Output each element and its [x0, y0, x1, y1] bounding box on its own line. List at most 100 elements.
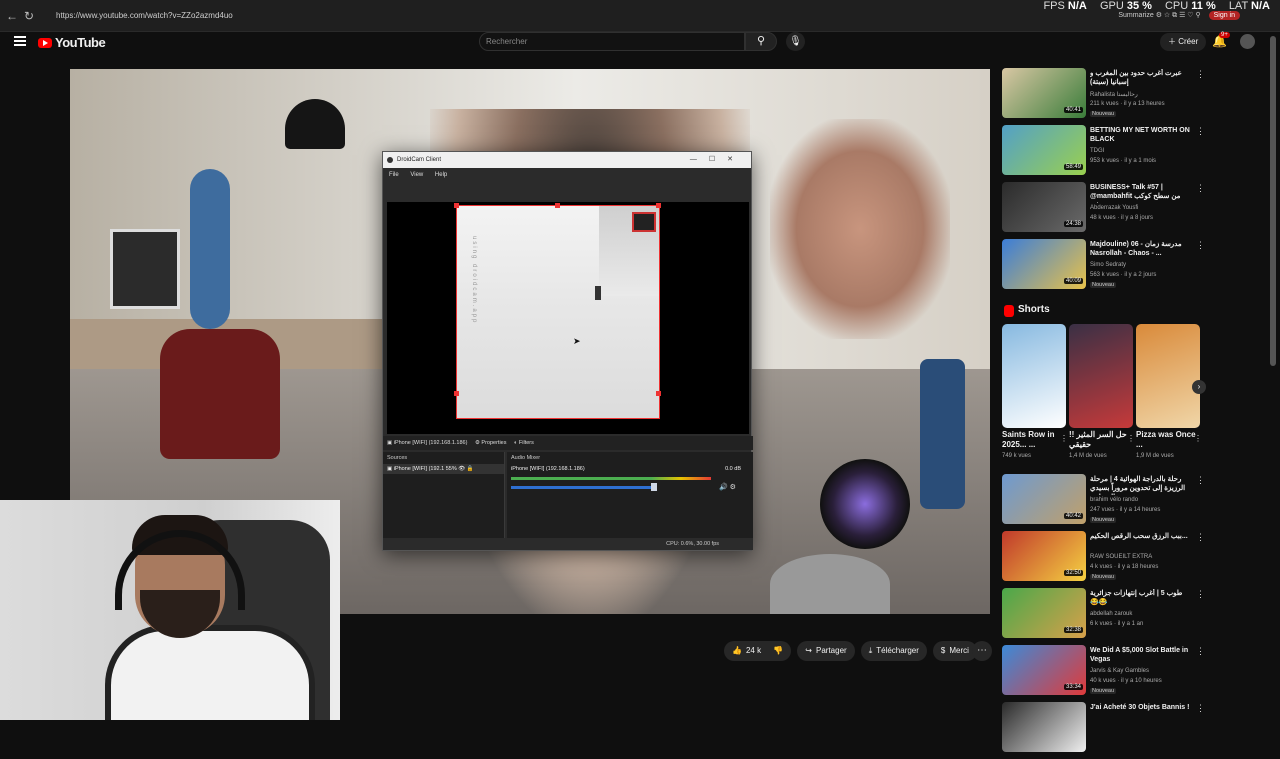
- resize-handle[interactable]: [454, 391, 459, 396]
- minimize-icon[interactable]: —: [690, 156, 709, 163]
- short-thumbnail[interactable]: [1136, 324, 1200, 428]
- more-options-icon[interactable]: ⋮: [1196, 240, 1205, 251]
- avatar[interactable]: [1240, 34, 1255, 49]
- maximize-icon[interactable]: ☐: [709, 156, 727, 163]
- back-icon[interactable]: ←: [6, 9, 18, 23]
- like-button[interactable]: 👍 24 k 👎: [724, 641, 792, 661]
- properties-button[interactable]: ⚙ Properties: [475, 440, 507, 446]
- more-options-icon[interactable]: ⋮: [1196, 589, 1205, 600]
- more-options-icon[interactable]: ⋮: [1196, 183, 1205, 194]
- device-icon: ▣: [387, 440, 393, 446]
- more-options-icon[interactable]: ⋮: [1196, 532, 1205, 543]
- video-card[interactable]: 40:42 رحلة بالدراجة الهوائية 4 | مرحلة ال…: [1002, 474, 1207, 529]
- search-input[interactable]: Rechercher: [479, 32, 745, 51]
- window-controls[interactable]: —☐✕: [690, 152, 745, 168]
- more-options-icon[interactable]: ⋮: [1196, 646, 1205, 657]
- channel-name[interactable]: abdellah zarouk: [1090, 611, 1132, 617]
- channel-name[interactable]: Rahalista رحاليستا: [1090, 91, 1138, 98]
- search-icon[interactable]: ⚲: [745, 32, 777, 51]
- share-button[interactable]: ↪ Partager: [797, 641, 855, 661]
- resize-handle[interactable]: [656, 391, 661, 396]
- address-bar[interactable]: https://www.youtube.com/watch?v=ZZo2azmd…: [42, 8, 1022, 24]
- video-card[interactable]: 32:38 طوب 5 | أغرب إنتهازات جزائرية 😂😂 abd…: [1002, 588, 1207, 643]
- video-title[interactable]: رحلة بالدراجة الهوائية 4 | مرحلة الرزيزة…: [1090, 475, 1190, 495]
- menu-help[interactable]: Help: [435, 172, 447, 178]
- eye-icon[interactable]: 👁: [458, 466, 465, 472]
- download-button[interactable]: ⤓ Télécharger: [860, 641, 927, 661]
- droidcam-app-icon: [387, 157, 393, 163]
- video-title[interactable]: طوب 5 | أغرب إنتهازات جزائرية 😂😂: [1090, 589, 1190, 607]
- video-title[interactable]: BUSINESS+ Talk #57 | @mambahfit من سطح ك…: [1090, 183, 1190, 203]
- thanks-button[interactable]: $ Merci: [932, 641, 977, 661]
- filters-button[interactable]: ◐ Filters: [514, 440, 534, 446]
- channel-name[interactable]: Jarvis & Kay Gambles: [1090, 668, 1149, 674]
- resize-handle[interactable]: [454, 203, 459, 208]
- scrollbar[interactable]: [1270, 36, 1276, 366]
- more-options-icon[interactable]: ⋮: [1196, 475, 1205, 486]
- resize-handle[interactable]: [555, 203, 560, 208]
- lock-icon[interactable]: 🔒: [467, 466, 474, 472]
- summarize-button[interactable]: Summarize: [1118, 12, 1153, 19]
- video-card[interactable]: J'ai Acheté 30 Objets Bannis ! ⋮: [1002, 702, 1207, 757]
- short-thumbnail[interactable]: [1002, 324, 1066, 428]
- recommended-videos: 40:41 عبرت أغرب حدود بين المغرب و إسبانيا…: [1002, 68, 1207, 294]
- short-title[interactable]: Saints Row in 2025... ...: [1002, 430, 1066, 452]
- new-badge: Nouveau: [1090, 111, 1117, 117]
- microphone-icon[interactable]: 🎙: [786, 32, 805, 51]
- short-card[interactable]: Saints Row in 2025... ... 749 k vues ⋮: [1002, 324, 1068, 459]
- video-card[interactable]: 58:49 BETTING MY NET WORTH ON BLACK TDGI 95…: [1002, 125, 1207, 180]
- source-row[interactable]: ▣ iPhone [WIFI] (192.1 55% 👁 🔒: [383, 464, 504, 474]
- chevron-right-icon[interactable]: ›: [1192, 380, 1206, 394]
- thumbs-down-icon[interactable]: 👎: [773, 646, 783, 655]
- short-title[interactable]: Pizza was Once ...: [1136, 430, 1200, 452]
- more-options-icon[interactable]: ⋮: [1196, 126, 1205, 137]
- channel-name[interactable]: brahim vélo rando: [1090, 497, 1138, 503]
- video-card[interactable]: 40:09 Majdouline) 06 - مدرسة زمان Nasroll…: [1002, 239, 1207, 294]
- video-title[interactable]: عبرت أغرب حدود بين المغرب و إسبانيا (سبت…: [1090, 69, 1190, 87]
- video-title[interactable]: ببب الرزق سحب الرقص الحكيم...: [1090, 532, 1190, 541]
- droidcam-titlebar[interactable]: DroidCam Client —☐✕: [383, 152, 751, 168]
- sign-in-button[interactable]: Sign in: [1208, 11, 1240, 20]
- resize-handle[interactable]: [656, 203, 661, 208]
- volume-fader-knob[interactable]: [651, 483, 657, 491]
- more-options-icon[interactable]: ⋮: [1127, 434, 1135, 443]
- youtube-logo[interactable]: YouTube: [38, 35, 106, 50]
- video-title[interactable]: J'ai Acheté 30 Objets Bannis !: [1090, 703, 1190, 712]
- video-card[interactable]: 40:41 عبرت أغرب حدود بين المغرب و إسبانيا…: [1002, 68, 1207, 123]
- source-volume: 55%: [445, 466, 457, 472]
- hamburger-menu-icon[interactable]: [14, 36, 26, 46]
- short-card[interactable]: حل السر المثير !! حقيقي 1,4 M de vues ⋮: [1069, 324, 1135, 459]
- gear-icon[interactable]: ⚙: [730, 484, 736, 491]
- close-icon[interactable]: ✕: [727, 156, 745, 163]
- create-button[interactable]: ＋ Créer: [1160, 33, 1207, 51]
- menu-file[interactable]: File: [389, 172, 399, 178]
- short-card[interactable]: Pizza was Once ... 1,9 M de vues ⋮: [1136, 324, 1202, 459]
- channel-name[interactable]: RAW SOUEILT EXTRA: [1090, 554, 1152, 560]
- video-card[interactable]: 24:38 BUSINESS+ Talk #57 | @mambahfit من …: [1002, 182, 1207, 237]
- extension-icons[interactable]: ⚙ ☆ ⧉ ☰ ♡ ⚲: [1156, 12, 1201, 19]
- video-card[interactable]: 33:34 We Did A $5,000 Slot Battle in Vega…: [1002, 645, 1207, 700]
- channel-name[interactable]: Abderrazak Yousfi: [1090, 205, 1138, 211]
- channel-name[interactable]: Simo Sedraty: [1090, 262, 1126, 268]
- channel-name[interactable]: TDGI: [1090, 148, 1104, 154]
- camera-preview[interactable]: using droidcam.app ➤: [387, 202, 749, 434]
- video-thumbnail[interactable]: [1002, 702, 1086, 752]
- menu-view[interactable]: View: [410, 172, 423, 178]
- more-options-icon[interactable]: ⋮: [1196, 69, 1205, 80]
- video-title[interactable]: We Did A $5,000 Slot Battle in Vegas: [1090, 646, 1190, 664]
- video-title[interactable]: Majdouline) 06 - مدرسة زمان Nasrollah - …: [1090, 240, 1190, 258]
- reload-icon[interactable]: ↻: [24, 9, 34, 23]
- more-options-icon[interactable]: ⋮: [1194, 434, 1202, 443]
- short-title[interactable]: حل السر المثير !! حقيقي: [1069, 430, 1133, 452]
- camera-feed[interactable]: using droidcam.app ➤: [454, 203, 661, 419]
- more-icon[interactable]: ⋯: [972, 641, 992, 661]
- short-thumbnail[interactable]: [1069, 324, 1133, 428]
- video-card[interactable]: 32:50 ببب الرزق سحب الرقص الحكيم... RAW SO…: [1002, 531, 1207, 586]
- video-title[interactable]: BETTING MY NET WORTH ON BLACK: [1090, 126, 1190, 144]
- more-options-icon[interactable]: ⋮: [1196, 703, 1205, 714]
- source-name: iPhone [WIFI] (192.1: [393, 466, 445, 472]
- more-options-icon[interactable]: ⋮: [1060, 434, 1068, 443]
- volume-fader[interactable]: [511, 486, 651, 489]
- create-label: Créer: [1178, 37, 1199, 46]
- speaker-icon[interactable]: 🔊: [719, 484, 728, 491]
